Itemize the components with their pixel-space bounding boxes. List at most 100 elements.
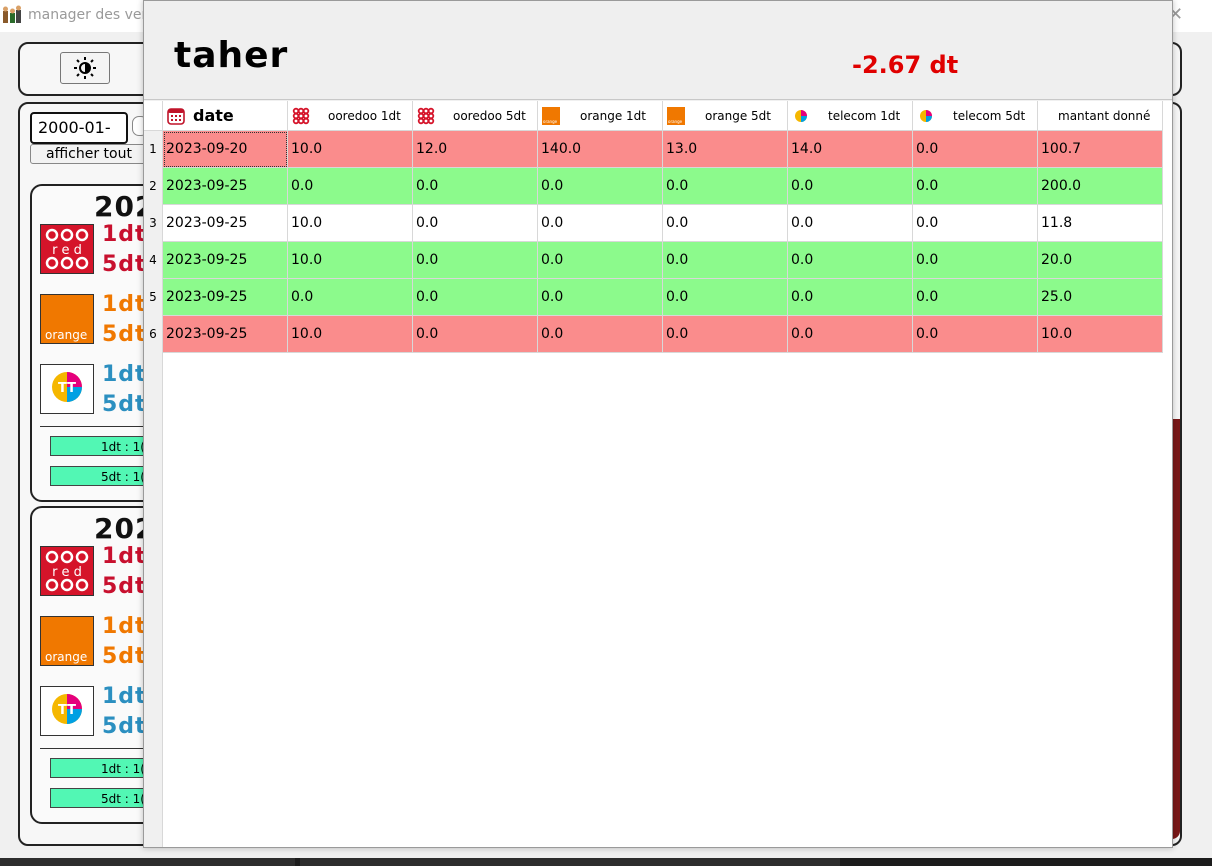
table-cell[interactable]: 2023-09-25 xyxy=(163,205,288,242)
table-cell[interactable]: 0.0 xyxy=(538,242,663,279)
table-cell[interactable]: 0.0 xyxy=(663,168,788,205)
table-cell[interactable]: 0.0 xyxy=(913,279,1038,316)
table-cell[interactable]: 0.0 xyxy=(788,205,913,242)
orange-logo-icon: orange xyxy=(542,107,560,125)
date-filter-input[interactable]: 2000-01-01 xyxy=(30,112,128,165)
svg-text:TT: TT xyxy=(58,703,76,718)
svg-text:r e d: r e d xyxy=(52,565,82,580)
table-cell[interactable]: 0.0 xyxy=(788,242,913,279)
table-cell[interactable]: 20.0 xyxy=(1038,242,1163,279)
svg-text:TT: TT xyxy=(58,381,76,396)
ooredoo-logo-icon: r e d xyxy=(40,224,94,274)
table-cell[interactable]: 25.0 xyxy=(1038,279,1163,316)
orange-logo-icon: orange xyxy=(667,107,685,125)
table-cell[interactable]: 0.0 xyxy=(538,316,663,353)
table-cell[interactable]: 0.0 xyxy=(663,316,788,353)
column-header-ooredoo-5dt[interactable]: ooredoo 5dt xyxy=(413,101,538,131)
table-cell[interactable]: 10.0 xyxy=(288,316,413,353)
column-header-label: orange 1dt xyxy=(580,109,647,123)
column-header-telecom-5dt[interactable]: telecom 5dt xyxy=(913,101,1038,131)
orange-1dt-label: 1dt xyxy=(102,292,147,317)
table-cell[interactable]: 0.0 xyxy=(663,279,788,316)
table-cell[interactable]: 0.0 xyxy=(788,316,913,353)
telecom-1dt-label: 1dt xyxy=(102,362,147,387)
orange-logo-icon: orange xyxy=(40,294,94,344)
ooredoo-logo-icon xyxy=(292,107,310,125)
table-cell[interactable]: 0.0 xyxy=(288,279,413,316)
table-cell[interactable]: 2023-09-25 xyxy=(163,242,288,279)
table-cell[interactable]: 12.0 xyxy=(413,131,538,168)
row-number[interactable]: 6 xyxy=(144,316,162,353)
column-header-label: date xyxy=(193,106,234,125)
tunisie-telecom-logo-icon: TT xyxy=(40,686,94,736)
table-cell[interactable]: 0.0 xyxy=(913,316,1038,353)
table-cell[interactable]: 10.0 xyxy=(288,131,413,168)
svg-text:orange: orange xyxy=(543,119,558,124)
telecom-1dt-label: 1dt xyxy=(102,684,147,709)
table-cell[interactable]: 2023-09-25 xyxy=(163,279,288,316)
table-cell[interactable]: 0.0 xyxy=(788,168,913,205)
table-cell[interactable]: 0.0 xyxy=(413,279,538,316)
ooredoo-logo-icon xyxy=(417,107,435,125)
ooredoo-5dt-label: 5dt xyxy=(102,252,147,277)
table-cell[interactable]: 10.0 xyxy=(288,205,413,242)
table-cell[interactable]: 100.7 xyxy=(1038,131,1163,168)
table-cell[interactable]: 0.0 xyxy=(913,205,1038,242)
show-all-button[interactable]: afficher tout xyxy=(30,144,148,164)
row-number[interactable]: 2 xyxy=(144,168,162,205)
table-corner-button[interactable] xyxy=(144,101,163,131)
column-header-label: telecom 5dt xyxy=(953,109,1026,123)
app-icon xyxy=(3,5,21,23)
tunisie-telecom-logo-icon xyxy=(795,110,807,122)
table-cell[interactable]: 140.0 xyxy=(538,131,663,168)
table-cell[interactable]: 13.0 xyxy=(663,131,788,168)
column-header-amount-given[interactable]: mantant donné xyxy=(1038,101,1163,131)
dialog-header: taher -2.67 dt xyxy=(144,1,1172,100)
row-number[interactable]: 1 xyxy=(144,131,162,168)
theme-toggle-button[interactable] xyxy=(60,52,110,84)
taskbar-strip xyxy=(0,858,1212,866)
column-header-orange-5dt[interactable]: orange orange 5dt xyxy=(663,101,788,131)
column-header-orange-1dt[interactable]: orange orange 1dt xyxy=(538,101,663,131)
column-header-ooredoo-1dt[interactable]: ooredoo 1dt xyxy=(288,101,413,131)
table-cell[interactable]: 14.0 xyxy=(788,131,913,168)
table-cell[interactable]: 0.0 xyxy=(538,205,663,242)
table-cell[interactable]: 0.0 xyxy=(413,242,538,279)
table-cell[interactable]: 0.0 xyxy=(538,168,663,205)
table-cell[interactable]: 0.0 xyxy=(538,279,663,316)
brightness-icon xyxy=(74,57,96,79)
calendar-icon xyxy=(167,108,185,125)
ooredoo-1dt-label: 1dt xyxy=(102,222,147,247)
table-cell[interactable]: 0.0 xyxy=(288,168,413,205)
column-header-telecom-1dt[interactable]: telecom 1dt xyxy=(788,101,913,131)
table-cell[interactable]: 0.0 xyxy=(663,205,788,242)
table-cell[interactable]: 0.0 xyxy=(413,316,538,353)
row-number[interactable]: 5 xyxy=(144,279,162,316)
row-number[interactable]: 4 xyxy=(144,242,162,279)
table-cell[interactable]: 2023-09-20 xyxy=(163,131,288,168)
table-cell[interactable]: 0.0 xyxy=(413,205,538,242)
history-table[interactable]: date ooredoo 1dt ooredoo 5dt orange oran… xyxy=(144,101,1172,847)
svg-text:orange: orange xyxy=(45,328,87,342)
table-cell[interactable]: 0.0 xyxy=(788,279,913,316)
table-cell[interactable]: 0.0 xyxy=(663,242,788,279)
table-cell[interactable]: 2023-09-25 xyxy=(163,316,288,353)
client-name: taher xyxy=(174,35,289,76)
table-cell[interactable]: 2023-09-25 xyxy=(163,168,288,205)
column-header-label: mantant donné xyxy=(1058,109,1151,123)
column-header-date[interactable]: date xyxy=(163,101,288,131)
table-cell[interactable]: 0.0 xyxy=(913,131,1038,168)
table-cell[interactable]: 0.0 xyxy=(913,168,1038,205)
table-cell[interactable]: 0.0 xyxy=(413,168,538,205)
telecom-5dt-label: 5dt xyxy=(102,392,147,417)
client-history-dialog: taher -2.67 dt date ooredoo 1dt ooredoo … xyxy=(143,0,1173,848)
table-cell[interactable]: 10.0 xyxy=(288,242,413,279)
table-cell[interactable]: 0.0 xyxy=(913,242,1038,279)
orange-1dt-label: 1dt xyxy=(102,614,147,639)
table-cell[interactable]: 200.0 xyxy=(1038,168,1163,205)
svg-text:orange: orange xyxy=(668,119,683,124)
table-cell[interactable]: 10.0 xyxy=(1038,316,1163,353)
row-number[interactable]: 3 xyxy=(144,205,162,242)
table-cell[interactable]: 11.8 xyxy=(1038,205,1163,242)
telecom-5dt-label: 5dt xyxy=(102,714,147,739)
